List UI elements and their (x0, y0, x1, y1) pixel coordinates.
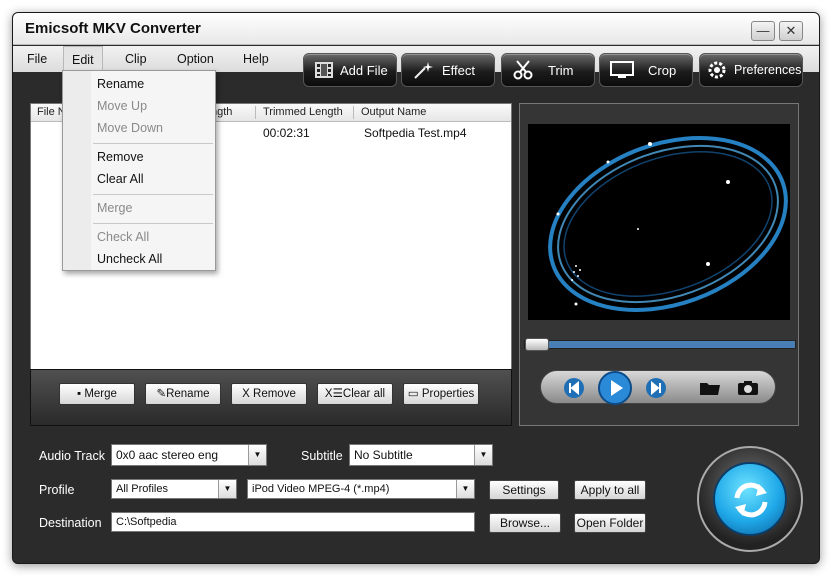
apply-to-all-button[interactable]: Apply to all (574, 480, 646, 500)
profile-value: iPod Video MPEG-4 (*.mp4) (252, 483, 390, 495)
preview-progress-bar[interactable] (524, 338, 796, 351)
column-separator (353, 106, 354, 119)
destination-input[interactable]: C:\Softpedia (111, 512, 475, 532)
properties-label: Properties (421, 388, 475, 400)
clear-all-label: Clear all (342, 388, 386, 400)
menu-separator (93, 223, 213, 224)
folder-icon[interactable] (699, 380, 721, 396)
profile-select[interactable]: iPod Video MPEG-4 (*.mp4) ▼ (247, 479, 475, 499)
menu-item-remove[interactable]: Remove (97, 150, 144, 164)
menu-item-move-down[interactable]: Move Down (97, 121, 163, 135)
merge-label: Merge (84, 388, 117, 400)
column-separator (255, 106, 256, 119)
open-folder-button[interactable]: Open Folder (574, 513, 646, 533)
remove-button[interactable]: X Remove (231, 383, 307, 405)
profile-category-select[interactable]: All Profiles ▼ (111, 479, 237, 499)
destination-label: Destination (39, 516, 102, 530)
clear-all-button[interactable]: X☰Clear all (317, 383, 393, 405)
column-output-name[interactable]: Output Name (361, 106, 426, 118)
properties-button[interactable]: ▭ Properties (403, 383, 479, 405)
chevron-down-icon: ▼ (474, 445, 492, 465)
profile-category-value: All Profiles (116, 483, 168, 495)
effect-button[interactable]: Effect (401, 53, 495, 87)
subtitle-label: Subtitle (301, 449, 343, 463)
menu-item-check-all[interactable]: Check All (97, 230, 149, 244)
chevron-down-icon: ▼ (456, 480, 474, 498)
rename-label: Rename (166, 388, 210, 400)
preview-panel (519, 103, 799, 426)
title-bar[interactable]: Emicsoft MKV Converter — ✕ (13, 13, 819, 45)
row-output-name: Softpedia Test.mp4 (364, 126, 467, 140)
audio-track-label: Audio Track (39, 449, 106, 463)
trim-button[interactable]: Trim (501, 53, 595, 87)
settings-button[interactable]: Settings (489, 480, 559, 500)
menu-item-clear-all[interactable]: Clear All (97, 172, 144, 186)
edit-menu-dropdown: Rename Move Up Move Down Remove Clear Al… (62, 70, 216, 271)
row-trimmed-length: 00:02:31 (263, 126, 310, 140)
chevron-down-icon: ▼ (218, 480, 236, 498)
column-trimmed-length[interactable]: Trimmed Length (263, 106, 343, 118)
audio-track-value: 0x0 aac stereo eng (116, 448, 219, 462)
trim-label: Trim (548, 62, 574, 78)
menu-item-move-up[interactable]: Move Up (97, 99, 147, 113)
menu-item-uncheck-all[interactable]: Uncheck All (97, 252, 162, 266)
browse-button[interactable]: Browse... (489, 513, 561, 533)
scissors-icon (513, 60, 533, 80)
window-title: Emicsoft MKV Converter (25, 20, 201, 37)
subtitle-value: No Subtitle (354, 448, 413, 462)
gear-icon (708, 61, 726, 79)
rename-button[interactable]: ✎Rename (145, 383, 221, 405)
menu-separator (93, 194, 213, 195)
camera-snapshot-icon[interactable] (737, 380, 759, 396)
monitor-icon (610, 61, 634, 78)
chevron-down-icon: ▼ (248, 445, 266, 465)
profile-label: Profile (39, 483, 75, 497)
next-icon[interactable] (645, 377, 667, 399)
playback-control-bar (540, 370, 776, 406)
preview-frame-image (548, 136, 788, 312)
add-file-label: Add File (340, 62, 388, 78)
minimize-button[interactable]: — (751, 21, 775, 41)
destination-value: C:\Softpedia (116, 516, 177, 528)
menu-separator (93, 143, 213, 144)
menu-item-rename[interactable]: Rename (97, 77, 144, 91)
preferences-button[interactable]: Preferences (699, 53, 803, 87)
audio-track-select[interactable]: 0x0 aac stereo eng ▼ (111, 444, 267, 466)
list-button-bar: ▪ Merge ✎Rename X Remove X☰Clear all ▭ P… (30, 369, 512, 426)
merge-button[interactable]: ▪ Merge (59, 383, 135, 405)
menu-icon-gutter (63, 71, 91, 270)
crop-button[interactable]: Crop (599, 53, 693, 87)
close-button[interactable]: ✕ (779, 21, 803, 41)
convert-arrows-icon (734, 482, 768, 518)
play-icon[interactable] (597, 370, 633, 406)
effect-label: Effect (442, 62, 476, 78)
video-preview-screen (528, 124, 790, 320)
preferences-label: Preferences (734, 63, 802, 77)
subtitle-select[interactable]: No Subtitle ▼ (349, 444, 493, 466)
magic-wand-icon (414, 62, 433, 79)
convert-button[interactable] (697, 446, 803, 552)
add-file-button[interactable]: Add File (303, 53, 397, 87)
progress-slider-thumb[interactable] (525, 338, 549, 351)
film-icon (315, 62, 333, 78)
menu-item-merge[interactable]: Merge (97, 201, 132, 215)
previous-icon[interactable] (563, 377, 585, 399)
crop-label: Crop (648, 62, 677, 78)
convert-button-face (713, 462, 787, 536)
